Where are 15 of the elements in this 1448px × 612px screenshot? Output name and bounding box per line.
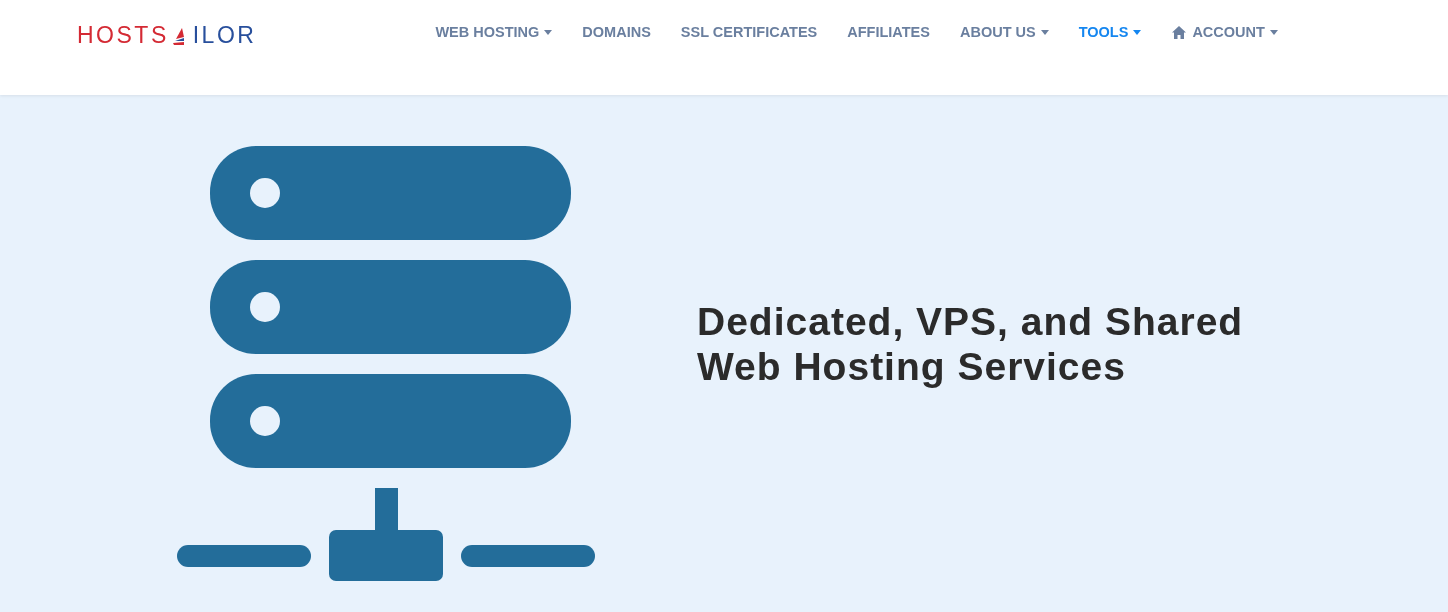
- nav-link[interactable]: WEB HOSTING: [420, 21, 568, 43]
- caret-icon: [544, 29, 553, 35]
- logo-text: ILOR: [192, 22, 257, 49]
- nav-link[interactable]: AFFILIATES: [832, 21, 945, 43]
- home-icon: [1171, 24, 1188, 40]
- nav-link[interactable]: ABOUT US: [944, 21, 1064, 43]
- nav-link[interactable]: TOOLS: [1063, 21, 1157, 43]
- caret-icon: [1269, 29, 1278, 35]
- logo-text: HOSTS: [77, 22, 169, 49]
- caret-icon: [1040, 29, 1049, 35]
- nav-link[interactable]: ACCOUNT: [1156, 21, 1293, 43]
- hero-heading: Dedicated, VPS, and Shared Web Hosting Services: [697, 299, 1245, 389]
- nav-link[interactable]: DOMAINS: [567, 21, 666, 43]
- nav-link[interactable]: SSL CERTIFICATES: [665, 21, 833, 43]
- caret-icon: [1133, 29, 1142, 35]
